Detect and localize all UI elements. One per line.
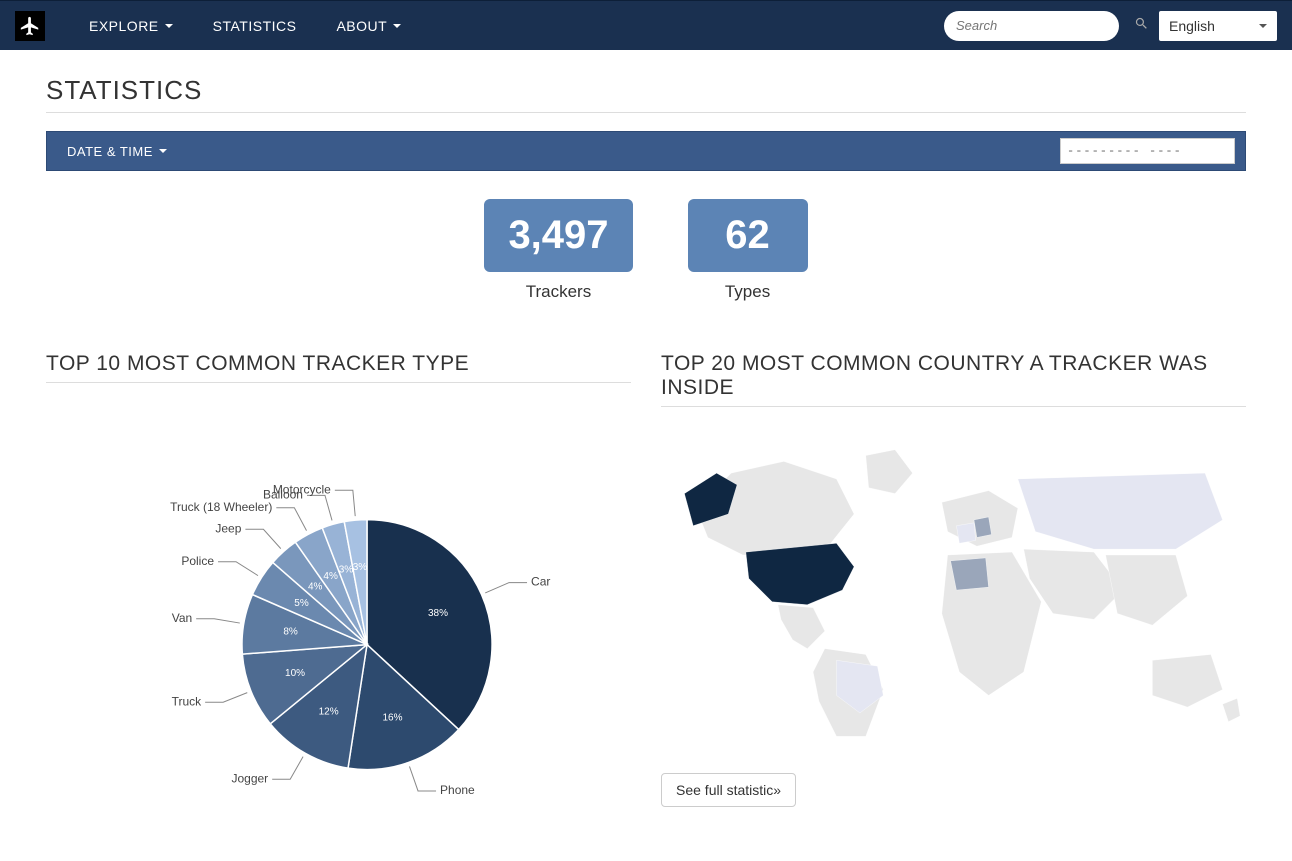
navbar: EXPLORE STATISTICS ABOUT English (0, 0, 1292, 50)
plane-icon (19, 15, 41, 37)
search-input[interactable] (956, 18, 1134, 33)
world-map (661, 425, 1246, 755)
nav-statistics-label: STATISTICS (213, 18, 297, 34)
pie-slice-label: Motorcycle (272, 482, 330, 496)
counter-trackers: 3,497 Trackers (484, 199, 632, 302)
date-input-value: --------- ---- (1067, 144, 1182, 158)
pie-chart: 38% Car 16% Phone 12% Jogger 10% Truck 8% Van 5% Po… (46, 401, 631, 821)
pie-slice-percent: 4% (323, 571, 338, 582)
language-select[interactable]: English (1159, 11, 1277, 41)
pie-slice-label: Jogger (231, 771, 268, 785)
pie-slice-percent: 8% (283, 626, 298, 637)
caret-down-icon (159, 149, 167, 153)
date-time-dropdown[interactable]: DATE & TIME (57, 138, 177, 165)
counters: 3,497 Trackers 62 Types (46, 199, 1246, 302)
pie-slice-label: Jeep (215, 521, 241, 535)
pie-slice-percent: 10% (285, 668, 305, 679)
pie-slice-percent: 3% (338, 565, 353, 576)
pie-section-title: TOP 10 MOST COMMON TRACKER TYPE (46, 352, 631, 383)
map-section-title: TOP 20 MOST COMMON COUNTRY A TRACKER WAS… (661, 352, 1246, 407)
counter-types: 62 Types (688, 199, 808, 302)
nav-explore-label: EXPLORE (89, 18, 159, 34)
pie-slice-percent: 4% (307, 582, 322, 593)
pie-slice-percent: 12% (318, 707, 338, 718)
pie-slice-percent: 38% (428, 608, 448, 619)
pie-slice-percent: 16% (382, 712, 402, 723)
pie-slice-label: Van (171, 611, 191, 625)
pie-slice-label: Phone (440, 783, 475, 797)
pie-slice-percent: 3% (352, 562, 367, 573)
caret-down-icon (1259, 24, 1267, 28)
search-icon[interactable] (1134, 16, 1149, 36)
pie-slice-label: Truck (18 Wheeler) (170, 500, 272, 514)
nav-links: EXPLORE STATISTICS ABOUT (69, 18, 421, 34)
date-bar: DATE & TIME --------- ---- (46, 131, 1246, 171)
caret-down-icon (165, 24, 173, 28)
map-column: TOP 20 MOST COMMON COUNTRY A TRACKER WAS… (661, 352, 1246, 821)
nav-explore[interactable]: EXPLORE (69, 18, 193, 34)
nav-about-label: ABOUT (336, 18, 387, 34)
pie-column: TOP 10 MOST COMMON TRACKER TYPE 38% Car 16… (46, 352, 631, 821)
search-wrap (944, 11, 1119, 41)
nav-about[interactable]: ABOUT (316, 18, 421, 34)
pie-slice-label: Car (531, 575, 550, 589)
pie-slice-percent: 5% (294, 598, 309, 609)
date-time-label: DATE & TIME (67, 144, 153, 159)
brand-logo[interactable] (15, 11, 45, 41)
counter-trackers-label: Trackers (484, 282, 632, 302)
caret-down-icon (393, 24, 401, 28)
pie-slice-label: Police (181, 554, 214, 568)
see-full-statistic-button[interactable]: See full statistic» (661, 773, 796, 807)
counter-trackers-value: 3,497 (484, 199, 632, 272)
pie-slice-label: Truck (171, 694, 202, 708)
language-selected: English (1169, 18, 1215, 34)
counter-types-value: 62 (688, 199, 808, 272)
counter-types-label: Types (688, 282, 808, 302)
date-input[interactable]: --------- ---- (1060, 138, 1235, 164)
page-title: STATISTICS (46, 75, 1246, 113)
nav-statistics[interactable]: STATISTICS (193, 18, 317, 34)
